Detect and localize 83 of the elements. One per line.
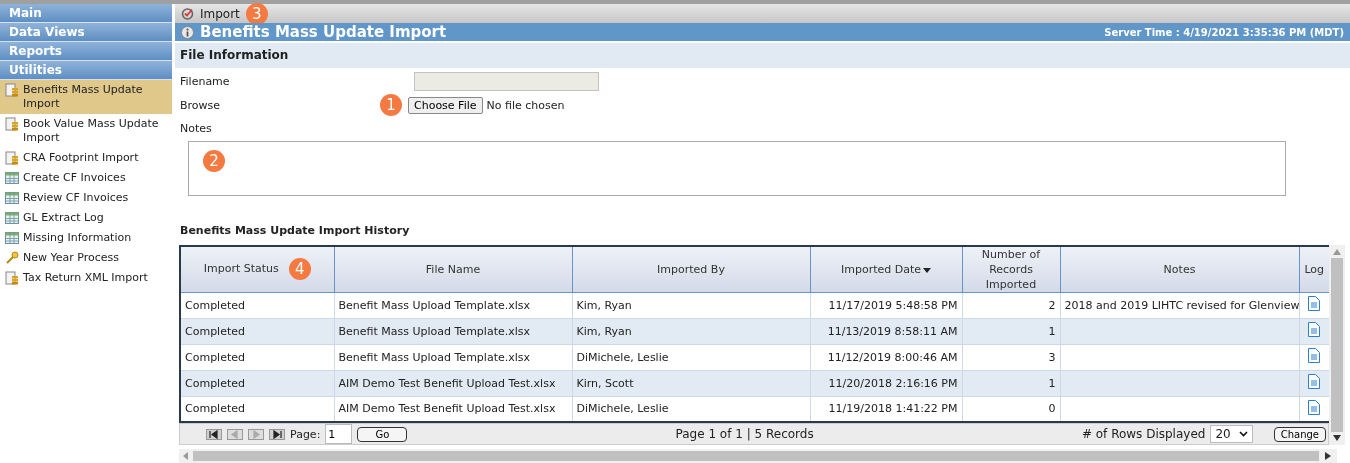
toolbar-label[interactable]: Import bbox=[200, 6, 240, 21]
next-page-icon[interactable] bbox=[248, 428, 264, 440]
page-summary: Page 1 of 1 | 5 Records bbox=[675, 427, 814, 441]
document-icon[interactable] bbox=[1308, 322, 1321, 337]
grid-icon bbox=[5, 211, 19, 225]
table-cell: Kim, Ryan bbox=[572, 318, 810, 344]
column-header[interactable]: Notes bbox=[1060, 245, 1299, 292]
column-header[interactable]: File Name bbox=[334, 245, 572, 292]
document-icon[interactable] bbox=[1308, 399, 1321, 415]
server-time: Server Time : 4/19/2021 3:35:36 PM (MDT) bbox=[1104, 26, 1344, 38]
last-page-icon[interactable] bbox=[269, 428, 285, 440]
callout-number: 1 bbox=[380, 94, 402, 117]
first-page-icon[interactable] bbox=[206, 428, 222, 440]
table-cell: AIM Demo Test Benefit Upload Test.xlsx bbox=[334, 396, 572, 422]
rows-label: # of Rows Displayed bbox=[1081, 427, 1206, 441]
table-cell: DiMichele, Leslie bbox=[572, 396, 810, 422]
table-cell: 11/13/2019 8:58:11 AM bbox=[810, 318, 962, 344]
table-cell: Benefit Mass Upload Template.xlsx bbox=[334, 292, 572, 318]
grid-icon bbox=[5, 191, 19, 205]
table-cell: 11/12/2019 8:00:46 AM bbox=[810, 344, 962, 370]
go-button[interactable]: Go bbox=[357, 426, 408, 442]
table-cell: Benefit Mass Upload Template.xlsx bbox=[334, 344, 572, 370]
document-icon[interactable] bbox=[1308, 296, 1321, 311]
grid-icon bbox=[5, 231, 19, 245]
page-title: Benefits Mass Update Import bbox=[200, 23, 448, 42]
column-header[interactable]: Import Status 4 bbox=[180, 245, 334, 292]
section-heading: Benefits Mass Update Import History bbox=[180, 223, 411, 237]
sidebar-item[interactable]: Benefits Mass Update Import bbox=[0, 80, 172, 114]
section-heading: File Information bbox=[175, 43, 1350, 69]
previous-page-icon[interactable] bbox=[227, 428, 243, 440]
callout-number: 4 bbox=[288, 258, 311, 280]
horizontal-scrollbar[interactable] bbox=[179, 449, 1337, 463]
document-coins-icon bbox=[5, 151, 19, 165]
key-icon bbox=[5, 251, 19, 265]
table-cell: 0 bbox=[962, 396, 1060, 422]
column-header[interactable]: Number of Records Imported bbox=[962, 245, 1060, 292]
table-cell: 11/17/2019 5:48:58 PM bbox=[810, 292, 962, 318]
scroll-right-icon[interactable] bbox=[1325, 452, 1331, 460]
table-cell: Completed bbox=[180, 292, 334, 318]
table-cell: 2018 and 2019 LIHTC revised for Glenview bbox=[1060, 292, 1299, 318]
table-cell: Benefit Mass Upload Template.xlsx bbox=[334, 318, 572, 344]
table-cell: 1 bbox=[962, 370, 1060, 396]
document-icon[interactable] bbox=[1308, 374, 1321, 389]
check-circle-icon[interactable] bbox=[181, 7, 194, 20]
table-cell: 3 bbox=[962, 344, 1060, 370]
document-icon[interactable] bbox=[1308, 348, 1321, 363]
filename-field[interactable] bbox=[414, 71, 599, 91]
table-cell: Completed bbox=[180, 318, 334, 344]
table-cell: 11/20/2018 2:16:16 PM bbox=[810, 370, 962, 396]
table-cell: 1 bbox=[962, 318, 1060, 344]
column-header[interactable]: Imported By bbox=[572, 245, 810, 292]
field-label: Browse bbox=[180, 98, 222, 112]
page-label: Page: bbox=[290, 427, 321, 441]
document-coins-icon bbox=[5, 83, 19, 97]
file-status: No file chosen bbox=[486, 98, 565, 112]
document-coins-icon bbox=[5, 117, 19, 131]
table-cell: 11/19/2018 1:41:22 PM bbox=[810, 396, 962, 422]
table-cell: Completed bbox=[180, 344, 334, 370]
choose-file-button[interactable]: Choose File bbox=[408, 96, 483, 114]
rows-dropdown[interactable]: 20 bbox=[1210, 425, 1253, 443]
field-label: Filename bbox=[180, 74, 231, 88]
callout-number: 3 bbox=[245, 2, 268, 25]
table-cell: AIM Demo Test Benefit Upload Test.xlsx bbox=[334, 370, 572, 396]
callout-number: 2 bbox=[203, 149, 225, 172]
table-cell: Kirn, Scott bbox=[572, 370, 810, 396]
document-coins-icon bbox=[5, 271, 19, 285]
page-field[interactable]: 1 bbox=[325, 424, 353, 444]
info-icon bbox=[181, 25, 194, 39]
vertical-scrollbar[interactable] bbox=[1329, 244, 1345, 445]
field-label: Notes bbox=[180, 122, 213, 136]
change-button[interactable]: Change bbox=[1273, 426, 1326, 442]
scroll-left-icon[interactable] bbox=[183, 452, 189, 460]
column-header[interactable]: Imported Date bbox=[810, 245, 962, 292]
grid-icon bbox=[5, 171, 19, 185]
chevron-down-icon bbox=[1238, 431, 1248, 437]
scroll-down-icon[interactable] bbox=[1333, 434, 1341, 441]
table-cell: Completed bbox=[180, 370, 334, 396]
scroll-up-icon[interactable] bbox=[1333, 248, 1341, 255]
table-cell: Kim, Ryan bbox=[572, 292, 810, 318]
table-cell: Completed bbox=[180, 396, 334, 422]
table-cell: 2 bbox=[962, 292, 1060, 318]
table-cell: DiMichele, Leslie bbox=[572, 344, 810, 370]
sort-down-icon bbox=[923, 267, 931, 273]
